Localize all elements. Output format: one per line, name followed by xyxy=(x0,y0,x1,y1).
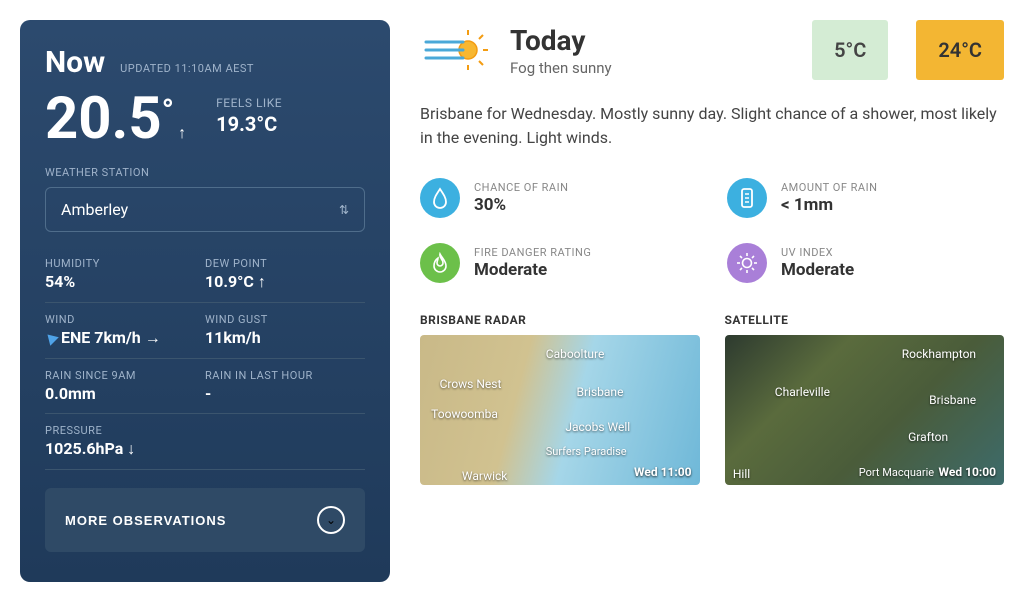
fire-icon xyxy=(420,243,460,283)
map-label: Brisbane xyxy=(577,385,624,399)
satellite-map: Rockhampton Charleville Brisbane Grafton… xyxy=(725,335,1005,485)
map-label: Crows Nest xyxy=(440,377,502,391)
map-label: Warwick xyxy=(462,469,507,483)
rain-gauge-icon xyxy=(727,178,767,218)
pressure-label: PRESSURE xyxy=(45,424,365,437)
feels-like-label: FEELS LIKE xyxy=(216,96,282,110)
rain9-value: 0.0mm xyxy=(45,384,205,403)
fire-value: Moderate xyxy=(474,260,591,280)
radar-map-block[interactable]: BRISBANE RADAR Caboolture Crows Nest Bri… xyxy=(420,313,700,485)
more-observations-button[interactable]: MORE OBSERVATIONS ⌄ xyxy=(45,488,365,552)
wind-value: ENE 7km/h → xyxy=(45,328,205,348)
raindrop-icon xyxy=(420,178,460,218)
rain9-label: RAIN SINCE 9AM xyxy=(45,369,205,382)
gust-label: WIND GUST xyxy=(205,313,365,326)
rainhour-value: - xyxy=(205,384,365,403)
chevron-updown-icon: ⇅ xyxy=(339,203,349,217)
fire-label: FIRE DANGER RATING xyxy=(474,246,591,259)
map-label: Hill xyxy=(733,467,750,481)
uv-value: Moderate xyxy=(781,260,854,280)
dewpoint-value: 10.9°C ↑ xyxy=(205,272,365,292)
humidity-value: 54% xyxy=(45,272,205,291)
map-label: Toowoomba xyxy=(431,407,498,421)
map-label: Brisbane xyxy=(929,393,976,407)
today-title: Today xyxy=(510,24,792,57)
feels-like-value: 19.3°C xyxy=(216,112,282,136)
map-label: Charleville xyxy=(775,385,830,399)
map-label: Rockhampton xyxy=(902,347,976,361)
map-label: Jacobs Well xyxy=(565,420,630,434)
rain-chance-label: CHANCE OF RAIN xyxy=(474,181,568,194)
humidity-label: HUMIDITY xyxy=(45,257,205,270)
satellite-title: SATELLITE xyxy=(725,313,1005,327)
temp-min: 5°C xyxy=(812,20,888,80)
rainhour-label: RAIN IN LAST HOUR xyxy=(205,369,365,382)
today-panel: Today Fog then sunny 5°C 24°C Brisbane f… xyxy=(420,20,1004,582)
temp-max: 24°C xyxy=(916,20,1004,80)
today-subtitle: Fog then sunny xyxy=(510,59,792,77)
gust-value: 11km/h xyxy=(205,328,365,347)
uv-sun-icon xyxy=(727,243,767,283)
current-temp: 20.5°↑ xyxy=(45,90,186,148)
weather-station-select[interactable]: Amberley ⇅ xyxy=(45,187,365,232)
map-label: Port Macquarie xyxy=(859,466,934,479)
updated-time: UPDATED 11:10AM AEST xyxy=(120,62,254,75)
chevron-down-icon: ⌄ xyxy=(317,506,345,534)
rain-amount-label: AMOUNT OF RAIN xyxy=(781,181,877,194)
satellite-time: Wed 10:00 xyxy=(939,465,996,479)
map-label: Grafton xyxy=(908,430,948,444)
weather-station-label: WEATHER STATION xyxy=(45,166,365,179)
radar-title: BRISBANE RADAR xyxy=(420,313,700,327)
wind-direction-icon xyxy=(43,330,59,346)
pressure-value: 1025.6hPa ↓ xyxy=(45,439,365,459)
now-title: Now xyxy=(45,45,105,80)
rain-amount-value: < 1mm xyxy=(781,195,877,215)
dewpoint-label: DEW POINT xyxy=(205,257,365,270)
weather-fog-sunny-icon xyxy=(420,25,490,75)
map-label: Surfers Paradise xyxy=(546,445,627,458)
wind-label: WIND xyxy=(45,313,205,326)
rain-chance-value: 30% xyxy=(474,195,568,215)
now-panel: Now UPDATED 11:10AM AEST 20.5°↑ FEELS LI… xyxy=(20,20,390,582)
radar-time: Wed 11:00 xyxy=(634,465,691,479)
satellite-map-block[interactable]: SATELLITE Rockhampton Charleville Brisba… xyxy=(725,313,1005,485)
weather-station-value: Amberley xyxy=(61,200,128,219)
uv-label: UV INDEX xyxy=(781,246,854,259)
map-label: Caboolture xyxy=(546,347,605,361)
temp-trend-icon: ↑ xyxy=(178,123,186,142)
forecast-text: Brisbane for Wednesday. Mostly sunny day… xyxy=(420,102,1004,150)
radar-map: Caboolture Crows Nest Brisbane Toowoomba… xyxy=(420,335,700,485)
